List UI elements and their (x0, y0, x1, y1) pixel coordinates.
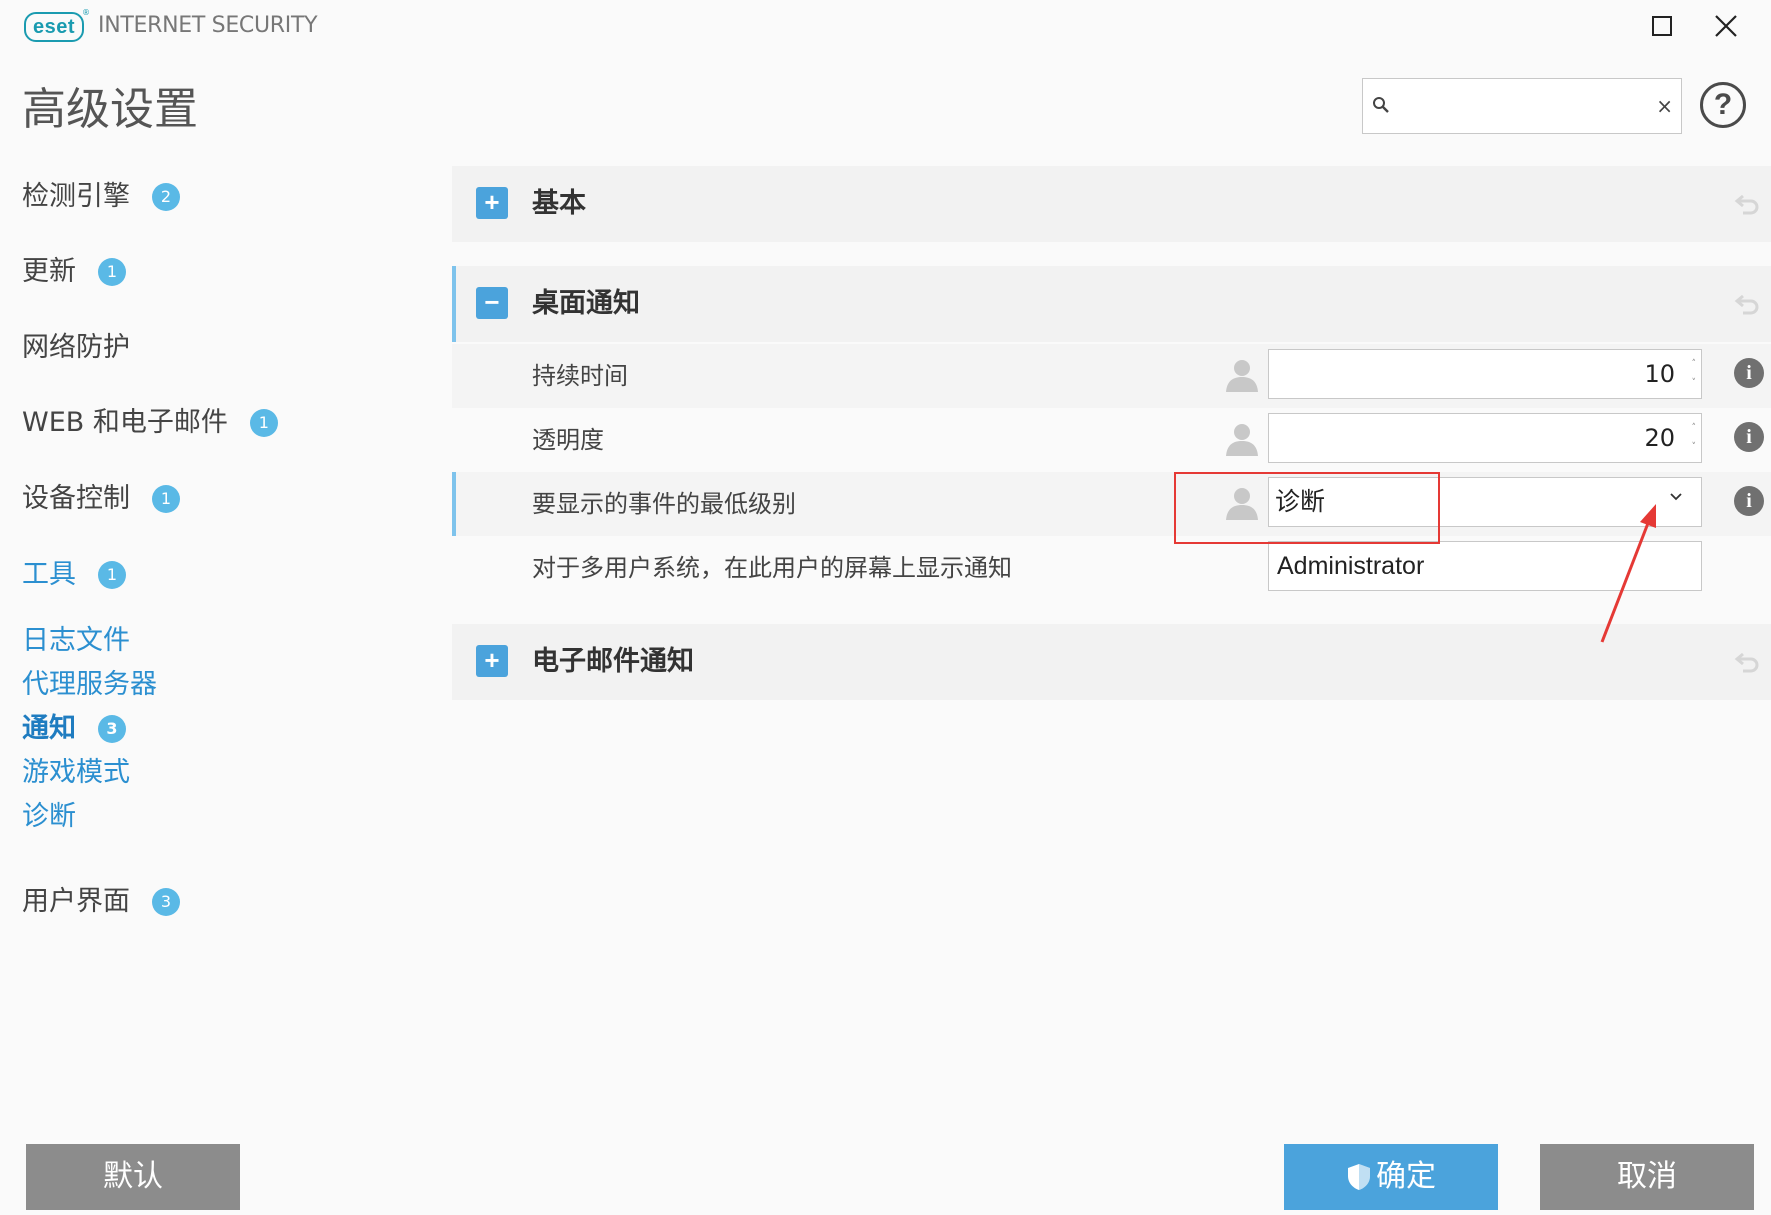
stepper-arrows[interactable]: ˄ ˅ (1692, 419, 1697, 457)
ok-label: 确定 (1376, 1159, 1436, 1194)
sidebar-item-device-control[interactable]: 设备控制 1 (22, 479, 180, 519)
sidebar-item-update[interactable]: 更新 1 (22, 252, 126, 292)
stepper-value: 20 (1644, 424, 1675, 452)
info-icon[interactable]: i (1734, 486, 1764, 516)
section-email-notifications[interactable]: + 电子邮件通知 (452, 624, 1771, 700)
sidebar-item-label: 检测引擎 (22, 181, 130, 212)
collapse-button[interactable]: − (476, 287, 508, 319)
setting-label: 对于多用户系统，在此用户的屏幕上显示通知 (532, 554, 1012, 582)
sidebar-item-notifications[interactable]: 通知 3 (22, 709, 126, 749)
sidebar-item-label: 游戏模式 (22, 757, 130, 788)
stepper-value: 10 (1644, 360, 1675, 388)
sidebar-item-detection-engine[interactable]: 检测引擎 2 (22, 177, 180, 217)
stepper-up-icon[interactable]: ˄ (1692, 419, 1697, 438)
sidebar-item-network-protection[interactable]: 网络防护 (22, 328, 130, 368)
count-badge: 1 (249, 409, 278, 437)
stepper-arrows[interactable]: ˄ ˅ (1692, 355, 1697, 393)
product-name: INTERNET SECURITY (98, 13, 318, 38)
maximize-icon (1652, 16, 1672, 36)
section-basic[interactable]: + 基本 (452, 166, 1771, 242)
count-badge: 1 (98, 258, 126, 286)
sidebar-item-label: 更新 (22, 256, 76, 287)
setting-row-duration: 持续时间 10 ˄ ˅ i (452, 344, 1771, 408)
registered-mark: ® (82, 8, 90, 17)
sidebar-item-diagnostics[interactable]: 诊断 (22, 797, 76, 837)
sidebar-item-label: 通知 (22, 713, 76, 744)
ok-button[interactable]: 确定 (1284, 1144, 1498, 1210)
section-title: 桌面通知 (532, 288, 640, 319)
setting-row-multiuser-display: 对于多用户系统，在此用户的屏幕上显示通知 Administrator (452, 536, 1771, 600)
chevron-down-icon[interactable] (1669, 490, 1683, 504)
sidebar-item-label: 设备控制 (22, 483, 130, 514)
setting-label: 持续时间 (532, 362, 628, 390)
setting-row-min-event-level: 要显示的事件的最低级别 诊断 i (452, 472, 1771, 536)
shield-icon (1348, 1164, 1370, 1190)
close-window-button[interactable] (1708, 8, 1744, 44)
user-icon (1226, 424, 1258, 456)
eset-logo: eset (24, 12, 85, 42)
cancel-button[interactable]: 取消 (1540, 1144, 1754, 1210)
maximize-button[interactable] (1644, 8, 1680, 44)
count-badge: 3 (98, 715, 126, 743)
sidebar-item-label: 用户界面 (22, 886, 130, 917)
sidebar-item-tools[interactable]: 工具 1 (22, 555, 126, 595)
sidebar-item-gaming-mode[interactable]: 游戏模式 (22, 753, 130, 793)
setting-label: 透明度 (532, 426, 604, 454)
setting-label: 要显示的事件的最低级别 (532, 490, 796, 518)
search-icon (1373, 97, 1389, 113)
setting-row-transparency: 透明度 20 ˄ ˅ i (452, 408, 1771, 472)
sidebar-item-label: 工具 (22, 559, 76, 590)
sidebar-item-label: 网络防护 (22, 332, 130, 363)
annotation-arrow-icon (1600, 504, 1656, 643)
sidebar-item-label: 代理服务器 (22, 669, 157, 700)
sidebar-item-web-and-email[interactable]: WEB 和电子邮件 1 (22, 403, 278, 443)
section-desktop-notifications[interactable]: − 桌面通知 (452, 266, 1771, 342)
close-icon (1715, 15, 1737, 37)
stepper-down-icon[interactable]: ˅ (1692, 438, 1697, 457)
search-clear-button[interactable]: × (1656, 91, 1673, 121)
sidebar-item-proxy-server[interactable]: 代理服务器 (22, 665, 157, 705)
expand-button[interactable]: + (476, 645, 508, 677)
sidebar-item-user-interface[interactable]: 用户界面 3 (22, 882, 180, 922)
annotation-highlight-box (1174, 472, 1440, 544)
count-badge: 1 (152, 485, 180, 513)
default-button[interactable]: 默认 (26, 1144, 240, 1210)
sidebar-item-label: WEB 和电子邮件 (22, 407, 228, 438)
search-input[interactable] (1401, 87, 1655, 127)
info-icon[interactable]: i (1734, 422, 1764, 452)
count-badge: 1 (98, 561, 126, 589)
revert-icon[interactable] (1733, 290, 1763, 318)
info-icon[interactable]: i (1734, 358, 1764, 388)
stepper-up-icon[interactable]: ˄ (1692, 355, 1697, 374)
help-button[interactable]: ? (1700, 82, 1746, 128)
section-title: 电子邮件通知 (532, 646, 694, 677)
search-box[interactable]: × (1362, 78, 1682, 134)
revert-icon[interactable] (1733, 190, 1763, 218)
transparency-stepper[interactable]: 20 ˄ ˅ (1268, 413, 1702, 463)
expand-button[interactable]: + (476, 187, 508, 219)
page-title: 高级设置 (22, 84, 198, 135)
user-icon (1226, 360, 1258, 392)
count-badge: 3 (152, 888, 180, 916)
duration-stepper[interactable]: 10 ˄ ˅ (1268, 349, 1702, 399)
sidebar-item-label: 日志文件 (22, 625, 130, 656)
stepper-down-icon[interactable]: ˅ (1692, 374, 1697, 393)
sidebar-item-log-files[interactable]: 日志文件 (22, 621, 130, 661)
revert-icon[interactable] (1733, 648, 1763, 676)
section-title: 基本 (532, 188, 586, 219)
sidebar-item-label: 诊断 (22, 801, 76, 832)
count-badge: 2 (152, 183, 180, 211)
username-value: Administrator (1277, 552, 1425, 580)
